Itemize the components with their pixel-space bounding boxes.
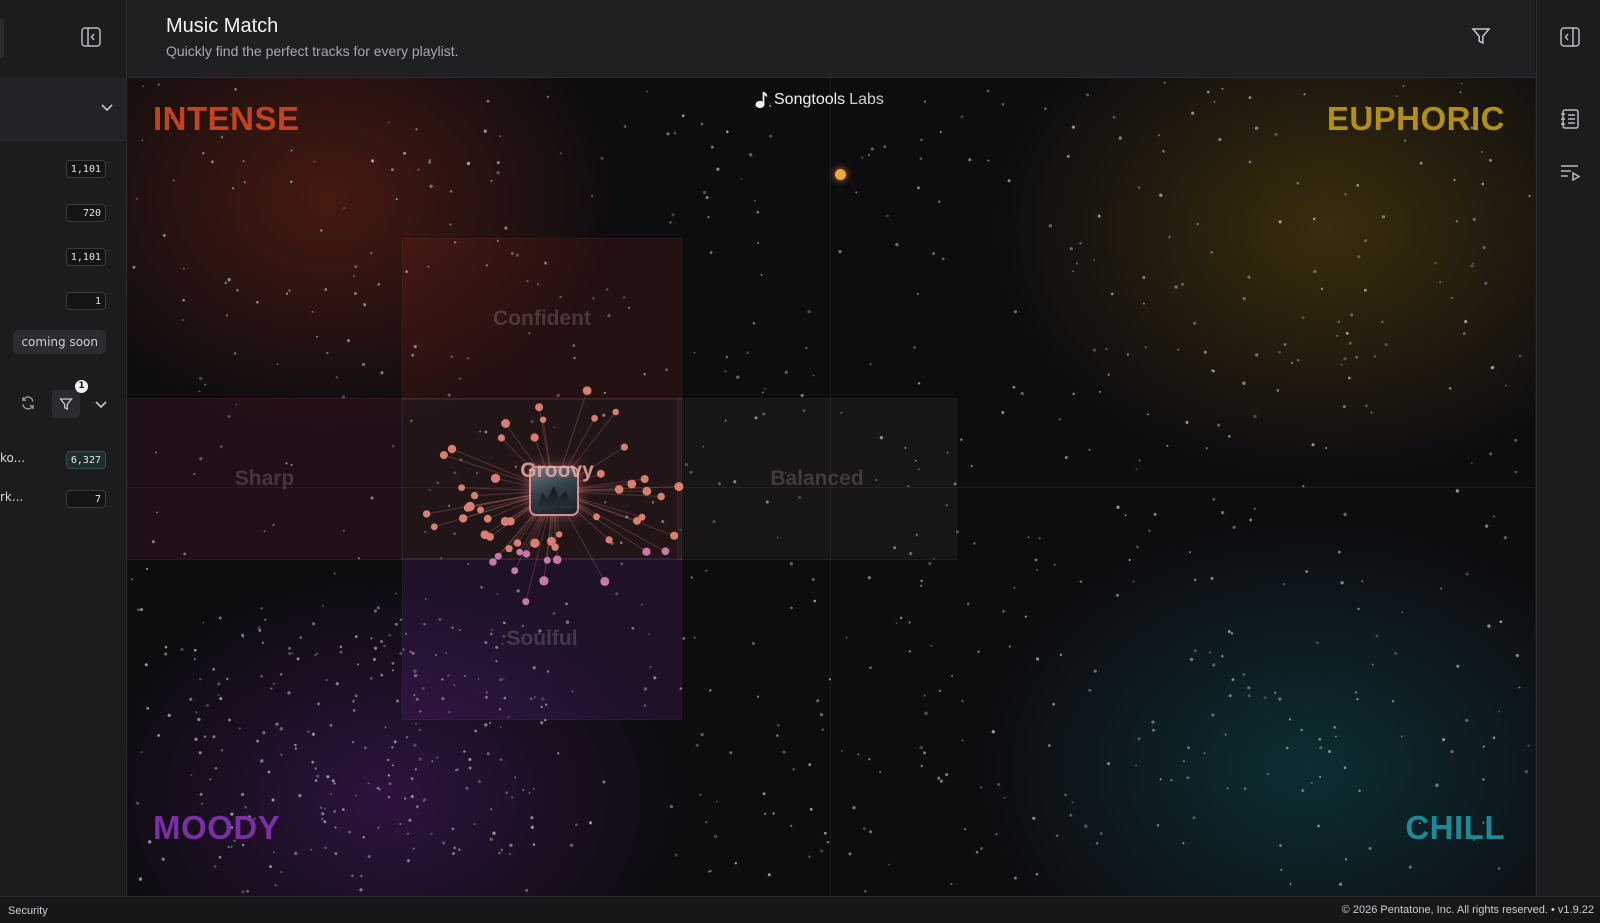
stat-value: 1 bbox=[66, 292, 106, 310]
corner-label-euphoric: EUPHORIC bbox=[1327, 100, 1505, 138]
stat-row: 1,101 bbox=[66, 157, 106, 177]
chevron-down-icon[interactable] bbox=[94, 397, 108, 411]
brand-suffix: Labs bbox=[849, 91, 884, 109]
filter-controls: 1 bbox=[20, 390, 116, 420]
source-label: rk... bbox=[0, 490, 23, 504]
sidebar-section-header[interactable] bbox=[0, 78, 126, 141]
similar-track-dot[interactable] bbox=[423, 510, 430, 517]
stat-value: 720 bbox=[66, 204, 106, 222]
similar-track-dot[interactable] bbox=[489, 558, 497, 566]
sidebar-edge-tab[interactable] bbox=[0, 18, 4, 58]
collapse-right-panel-button[interactable] bbox=[1558, 25, 1582, 49]
similar-track-dot[interactable] bbox=[535, 403, 543, 411]
filter-count-badge: 1 bbox=[75, 380, 88, 393]
similar-track-dot[interactable] bbox=[514, 539, 522, 547]
album-art bbox=[537, 486, 571, 508]
coming-soon-badge: coming soon bbox=[13, 330, 106, 354]
similar-track-dot[interactable] bbox=[522, 598, 529, 605]
similar-track-dot[interactable] bbox=[556, 531, 562, 537]
chevron-down-icon bbox=[100, 100, 114, 114]
notebook-icon bbox=[1559, 108, 1581, 130]
left-sidebar: 1,101 720 1,101 1 coming soon 1 ko... 6,… bbox=[0, 0, 127, 896]
stat-row: 1 bbox=[66, 289, 106, 309]
stat-value: 7 bbox=[66, 490, 106, 508]
similar-track-dot[interactable] bbox=[674, 482, 683, 491]
stat-row: 7 bbox=[66, 487, 106, 507]
similar-track-dot[interactable] bbox=[540, 417, 546, 423]
selected-track-dot[interactable] bbox=[835, 169, 846, 180]
filter-button[interactable] bbox=[52, 390, 80, 418]
similar-track-dot[interactable] bbox=[458, 484, 465, 491]
similar-track-dot[interactable] bbox=[431, 523, 438, 530]
similar-track-dot[interactable] bbox=[627, 480, 636, 489]
similar-track-dot[interactable] bbox=[495, 553, 502, 560]
similar-track-dot[interactable] bbox=[491, 474, 500, 483]
similar-track-dot[interactable] bbox=[593, 513, 600, 520]
similar-track-dot[interactable] bbox=[530, 539, 539, 548]
similar-track-dot[interactable] bbox=[511, 567, 518, 574]
playlist-play-icon bbox=[1559, 161, 1581, 183]
similar-track-dot[interactable] bbox=[642, 548, 650, 556]
similar-track-dot[interactable] bbox=[553, 555, 562, 564]
page-title: Music Match bbox=[166, 15, 278, 38]
notes-button[interactable] bbox=[1558, 107, 1582, 131]
page-header: Music Match Quickly find the perfect tra… bbox=[127, 0, 1535, 78]
similar-track-dot[interactable] bbox=[471, 492, 478, 499]
similar-track-dot[interactable] bbox=[597, 470, 605, 478]
music-note-icon bbox=[754, 91, 770, 109]
similar-track-dot[interactable] bbox=[662, 547, 670, 555]
similar-track-dot[interactable] bbox=[484, 515, 492, 523]
copyright-text: © 2026 Pentatone, Inc. All rights reserv… bbox=[1342, 904, 1594, 916]
right-rail bbox=[1536, 0, 1600, 896]
similar-track-dot[interactable] bbox=[516, 549, 523, 556]
filter-icon[interactable] bbox=[1471, 26, 1491, 46]
security-link[interactable]: Security bbox=[8, 905, 48, 917]
stat-row: 1,101 bbox=[66, 245, 106, 265]
playlist-button[interactable] bbox=[1558, 160, 1582, 184]
similar-track-dot[interactable] bbox=[531, 433, 539, 441]
stat-value: 1,101 bbox=[66, 160, 106, 178]
similar-track-dot[interactable] bbox=[600, 577, 609, 586]
similar-track-dot[interactable] bbox=[486, 533, 494, 541]
corner-label-chill: CHILL bbox=[1405, 809, 1505, 847]
mood-map[interactable]: Confident Sharp Balanced Soulful Groovy … bbox=[127, 78, 1535, 896]
similar-track-dot[interactable] bbox=[501, 419, 510, 428]
similar-track-dot[interactable] bbox=[498, 434, 505, 441]
similar-track-dot[interactable] bbox=[670, 532, 678, 540]
footer: Security © 2026 Pentatone, Inc. All righ… bbox=[0, 896, 1600, 923]
stat-value: 1,101 bbox=[66, 248, 106, 266]
stat-value: 6,327 bbox=[66, 451, 106, 469]
similar-track-dot[interactable] bbox=[606, 536, 613, 543]
similar-track-dot[interactable] bbox=[544, 557, 551, 564]
corner-label-intense: INTENSE bbox=[153, 100, 300, 138]
sidebar-collapse-icon bbox=[80, 26, 102, 48]
similar-tracks-web bbox=[127, 78, 1535, 896]
refresh-icon[interactable] bbox=[20, 395, 36, 411]
similar-track-dot[interactable] bbox=[641, 475, 649, 483]
similar-track-dot[interactable] bbox=[633, 517, 641, 525]
similar-track-dot[interactable] bbox=[440, 451, 448, 459]
similar-track-dot[interactable] bbox=[448, 445, 456, 453]
similar-track-dot[interactable] bbox=[583, 386, 592, 395]
source-label: ko... bbox=[0, 451, 25, 465]
similar-track-dot[interactable] bbox=[539, 576, 548, 585]
page-subtitle: Quickly find the perfect tracks for ever… bbox=[166, 43, 459, 59]
songtools-logo: SongtoolsLabs bbox=[754, 91, 884, 109]
filter-icon bbox=[59, 397, 73, 411]
panel-collapse-icon bbox=[1559, 26, 1581, 48]
collapse-sidebar-button[interactable] bbox=[79, 25, 103, 49]
album-cover-thumbnail[interactable] bbox=[529, 466, 579, 516]
similar-track-dot[interactable] bbox=[621, 444, 628, 451]
similar-track-dot[interactable] bbox=[612, 409, 619, 416]
corner-label-moody: MOODY bbox=[153, 809, 280, 847]
similar-track-dot[interactable] bbox=[551, 544, 558, 551]
similar-track-dot[interactable] bbox=[657, 493, 665, 501]
stat-row: 720 bbox=[66, 201, 106, 221]
similar-track-dot[interactable] bbox=[591, 415, 598, 422]
brand-name: Songtools bbox=[774, 91, 845, 109]
stat-row: 6,327 bbox=[66, 448, 106, 468]
similar-track-dot[interactable] bbox=[615, 485, 624, 494]
